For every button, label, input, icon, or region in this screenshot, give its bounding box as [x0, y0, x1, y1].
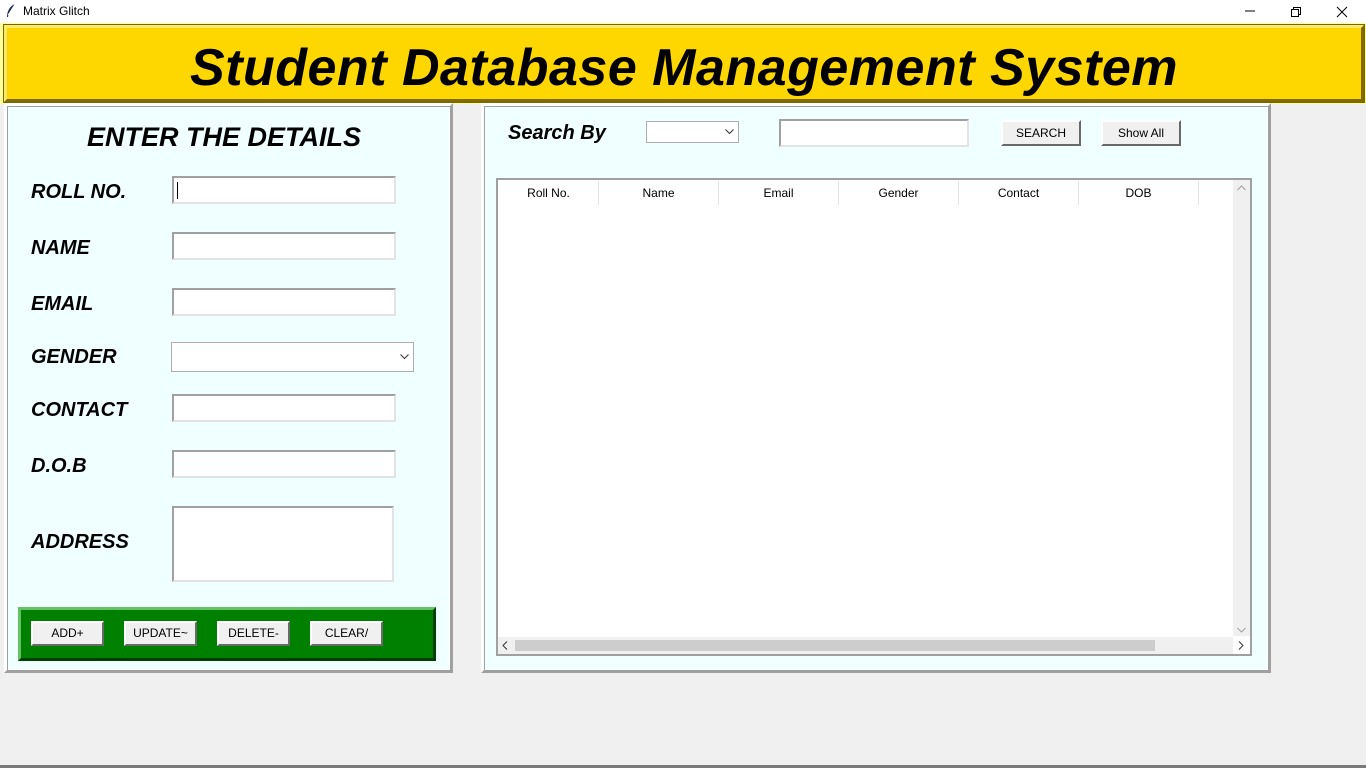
column-header-dob[interactable]: DOB	[1079, 181, 1199, 205]
page-title: Student Database Management System	[190, 39, 1178, 97]
column-header-gender[interactable]: Gender	[839, 181, 959, 205]
search-input[interactable]	[779, 119, 969, 147]
email-input[interactable]	[172, 288, 396, 316]
header-frame: Student Database Management System	[3, 24, 1365, 103]
chevron-down-icon	[725, 129, 734, 135]
delete-button[interactable]: DELETE-	[217, 621, 290, 646]
update-button[interactable]: UPDATE~	[124, 621, 197, 646]
header-banner: Student Database Management System	[0, 23, 1366, 104]
scroll-right-icon[interactable]	[1238, 641, 1244, 650]
action-button-frame: ADD+ UPDATE~ DELETE- CLEAR/	[18, 607, 436, 661]
search-by-select[interactable]	[646, 121, 739, 143]
scroll-left-icon[interactable]	[502, 641, 508, 650]
details-heading: ENTER THE DETAILS	[87, 122, 362, 152]
close-button[interactable]	[1319, 0, 1365, 23]
minimize-button[interactable]	[1227, 0, 1273, 23]
records-panel: Search By SEARCH Show All Roll No. Name …	[481, 103, 1271, 673]
name-label: NAME	[31, 237, 90, 259]
close-icon	[1336, 6, 1348, 18]
gender-label: GENDER	[31, 346, 117, 368]
contact-label: CONTACT	[31, 399, 128, 421]
details-panel: ENTER THE DETAILS ROLL NO. NAME EMAIL GE…	[4, 103, 453, 673]
email-label: EMAIL	[31, 293, 94, 315]
name-input[interactable]	[172, 232, 396, 260]
contact-input[interactable]	[172, 394, 396, 422]
restore-button[interactable]	[1273, 0, 1319, 23]
gender-select[interactable]	[171, 342, 414, 372]
column-header-contact[interactable]: Contact	[959, 181, 1079, 205]
scroll-down-icon[interactable]	[1237, 627, 1246, 633]
column-header-email[interactable]: Email	[719, 181, 839, 205]
column-header-name[interactable]: Name	[599, 181, 719, 205]
dob-label: D.O.B	[31, 455, 87, 477]
show-all-button[interactable]: Show All	[1101, 120, 1181, 146]
horizontal-scroll-thumb[interactable]	[515, 640, 1155, 651]
horizontal-scrollbar[interactable]	[498, 637, 1244, 654]
scroll-up-icon[interactable]	[1237, 185, 1246, 191]
student-table[interactable]: Roll No. Name Email Gender Contact DOB	[496, 178, 1252, 656]
roll-input[interactable]	[172, 176, 396, 204]
search-button[interactable]: SEARCH	[1001, 120, 1081, 146]
search-by-label: Search By	[508, 122, 606, 144]
vertical-scrollbar[interactable]	[1233, 180, 1250, 636]
chevron-down-icon	[400, 354, 409, 360]
minimize-icon	[1245, 10, 1255, 12]
address-label: ADDRESS	[31, 531, 129, 553]
column-header-roll[interactable]: Roll No.	[499, 181, 599, 205]
roll-label: ROLL NO.	[31, 181, 127, 203]
address-textarea[interactable]	[172, 506, 394, 582]
feather-icon	[7, 3, 16, 17]
clear-button[interactable]: CLEAR/	[310, 621, 383, 646]
table-header: Roll No. Name Email Gender Contact DOB	[499, 181, 1233, 205]
add-button[interactable]: ADD+	[31, 621, 104, 646]
window-titlebar: Matrix Glitch	[0, 0, 1366, 23]
restore-icon	[1291, 7, 1301, 17]
window-title: Matrix Glitch	[23, 4, 90, 18]
dob-input[interactable]	[172, 450, 396, 478]
